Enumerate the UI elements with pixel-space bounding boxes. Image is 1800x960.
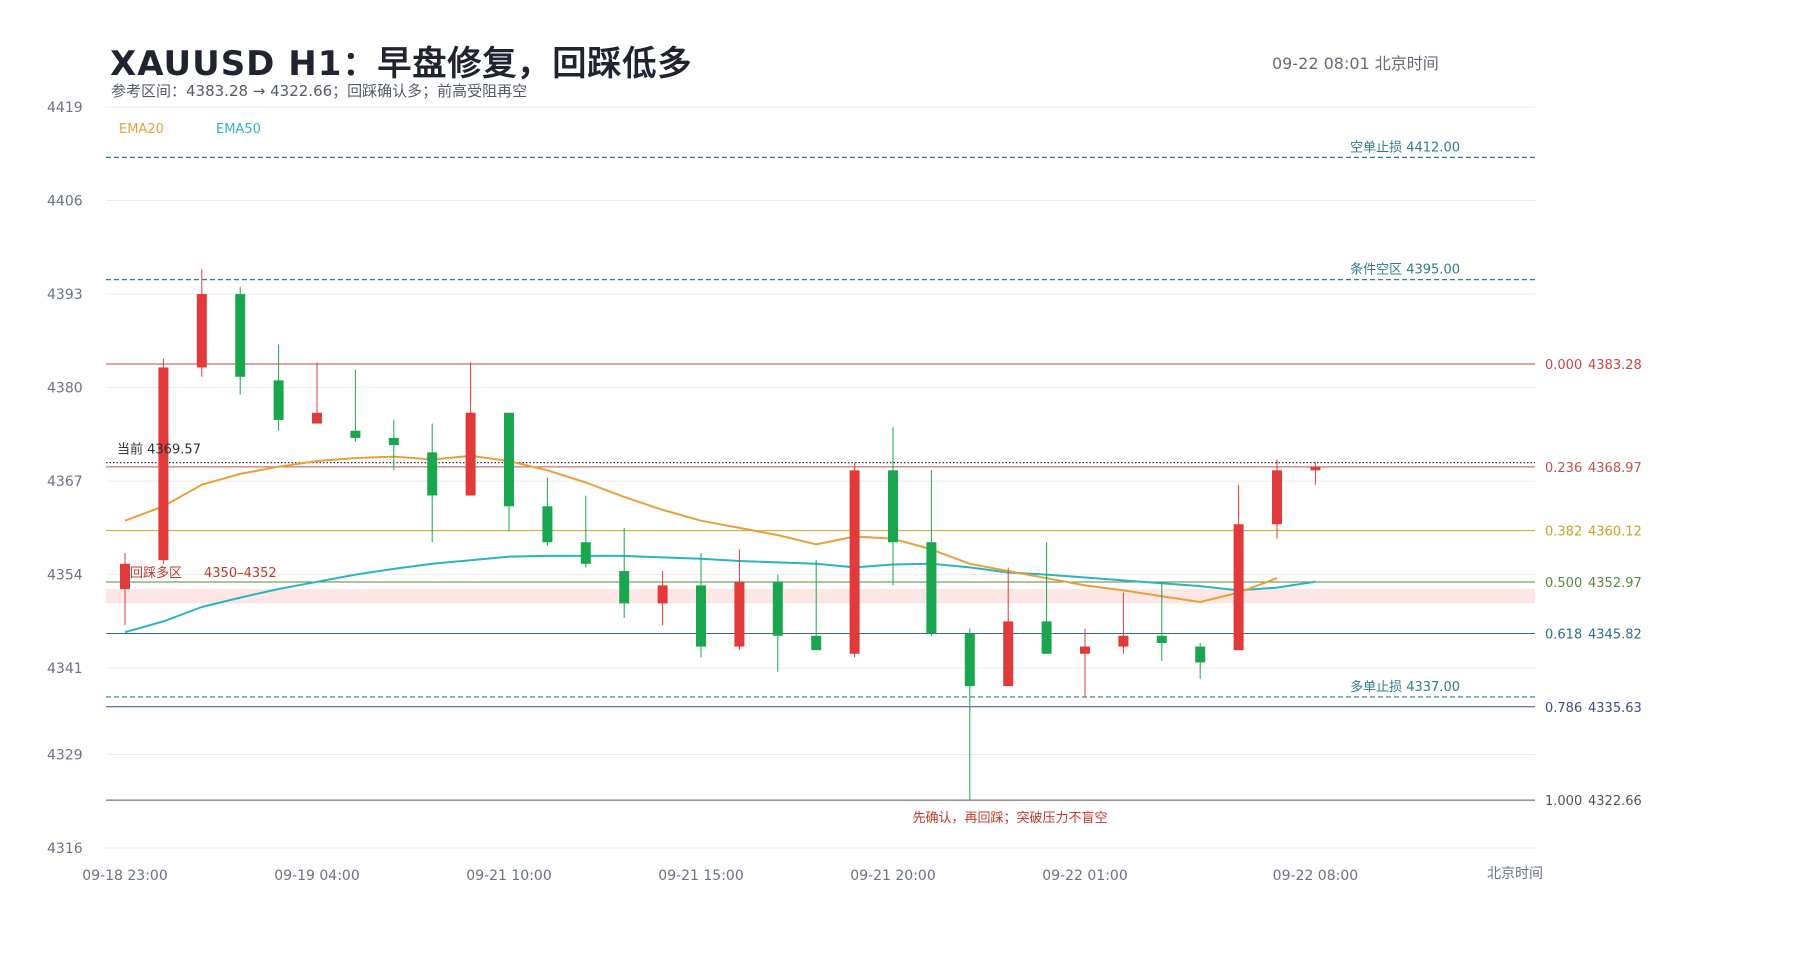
x-tick-label: 09-18 23:00 (82, 868, 167, 884)
fib-value-label: 4345.82 (1588, 627, 1642, 642)
zone-layer (106, 589, 1535, 604)
candle-body (388, 437, 399, 446)
legend-entry: EMA20 (119, 122, 164, 137)
candle-body (273, 380, 284, 420)
candle-body (964, 633, 975, 687)
x-tick-label: 09-21 20:00 (850, 868, 935, 884)
level-lines (106, 156, 1535, 801)
chart-annotation: 先确认，再回踩；突破压力不盲空 (912, 810, 1107, 826)
zone-label: 回踩多区 (130, 565, 182, 581)
candle-body (120, 563, 130, 590)
candle-body (734, 581, 745, 647)
y-tick-label: 4393 (47, 287, 83, 303)
candle-body (1310, 466, 1321, 471)
candle-body (580, 542, 591, 564)
fib-ratio-label: 0.236 (1545, 461, 1582, 476)
candle-body (1272, 470, 1282, 525)
x-tick-label: 09-21 10:00 (466, 868, 551, 884)
fib-ratio-label: 0.382 (1545, 525, 1582, 540)
candle-body (1233, 524, 1244, 651)
y-tick-label: 4316 (47, 841, 83, 857)
candle-body (196, 294, 207, 368)
fib-ratio-label: 0.618 (1545, 627, 1582, 642)
candle-body (350, 430, 361, 438)
x-axis-unit: 北京时间 (1487, 866, 1543, 882)
fib-ratio-label: 1.000 (1545, 794, 1582, 809)
fib-value-label: 4335.63 (1588, 701, 1642, 716)
candle-body (772, 581, 783, 636)
chart-labels: 4316 4329 4341 4354 4367 4380 4393 4406 4419 09-1… (47, 100, 1642, 884)
candle-body (811, 635, 822, 651)
ema-lines (124, 454, 1316, 634)
fib-ratio-label: 0.786 (1545, 701, 1582, 716)
candlestick-chart: 4316 4329 4341 4354 4367 4380 4393 4406 4419 09-1… (47, 100, 1642, 884)
candle-body (465, 412, 476, 496)
x-tick-label: 09-19 04:00 (274, 868, 359, 884)
buy-zone (106, 589, 1535, 604)
candle-body (1195, 646, 1206, 663)
candle-body (657, 585, 668, 604)
fib-value-label: 4383.28 (1588, 358, 1642, 373)
x-tick-label: 09-22 08:00 (1273, 868, 1358, 884)
candle-body (1156, 635, 1167, 643)
fib-ratio-label: 0.000 (1545, 358, 1582, 373)
reference-line-label: 条件空区 4395.00 (1350, 262, 1460, 278)
candle-body (1080, 646, 1090, 654)
fib-ratio-label: 0.500 (1545, 576, 1582, 591)
fib-value-label: 4352.97 (1588, 576, 1642, 591)
reference-line-label: 多单止损 4337.00 (1350, 679, 1460, 695)
grid (106, 106, 1535, 849)
candle-body (888, 470, 898, 543)
candle-body (619, 571, 630, 604)
y-tick-label: 4354 (47, 568, 83, 584)
x-tick-label: 09-22 01:00 (1042, 868, 1127, 884)
candle-body (542, 506, 553, 543)
y-tick-label: 4367 (47, 474, 83, 490)
y-tick-label: 4406 (47, 194, 83, 210)
fib-value-label: 4322.66 (1588, 794, 1642, 809)
y-tick-label: 4341 (47, 661, 83, 677)
candle-body (1003, 621, 1014, 687)
candle-body (158, 367, 169, 561)
candles (120, 268, 1321, 801)
candle-body (696, 585, 706, 647)
y-tick-label: 4419 (47, 100, 83, 116)
candle-body (926, 542, 937, 634)
y-tick-label: 4380 (47, 381, 83, 397)
candle-body (427, 452, 438, 496)
candle-body (849, 470, 860, 654)
zone-range-label: 4350–4352 (204, 566, 277, 581)
reference-line-label: 空单止损 4412.00 (1350, 140, 1460, 155)
candle-body (1118, 635, 1129, 647)
candle-body (1041, 621, 1052, 654)
fib-value-label: 4360.12 (1588, 525, 1642, 540)
candle-body (235, 294, 246, 377)
y-tick-label: 4329 (47, 747, 83, 763)
current-price-label: 当前 4369.57 (117, 442, 201, 458)
x-tick-label: 09-21 15:00 (658, 868, 743, 884)
legend-entry: EMA50 (216, 122, 261, 137)
candle-body (312, 412, 322, 424)
fib-value-label: 4368.97 (1588, 461, 1642, 476)
candle-body (504, 412, 514, 507)
